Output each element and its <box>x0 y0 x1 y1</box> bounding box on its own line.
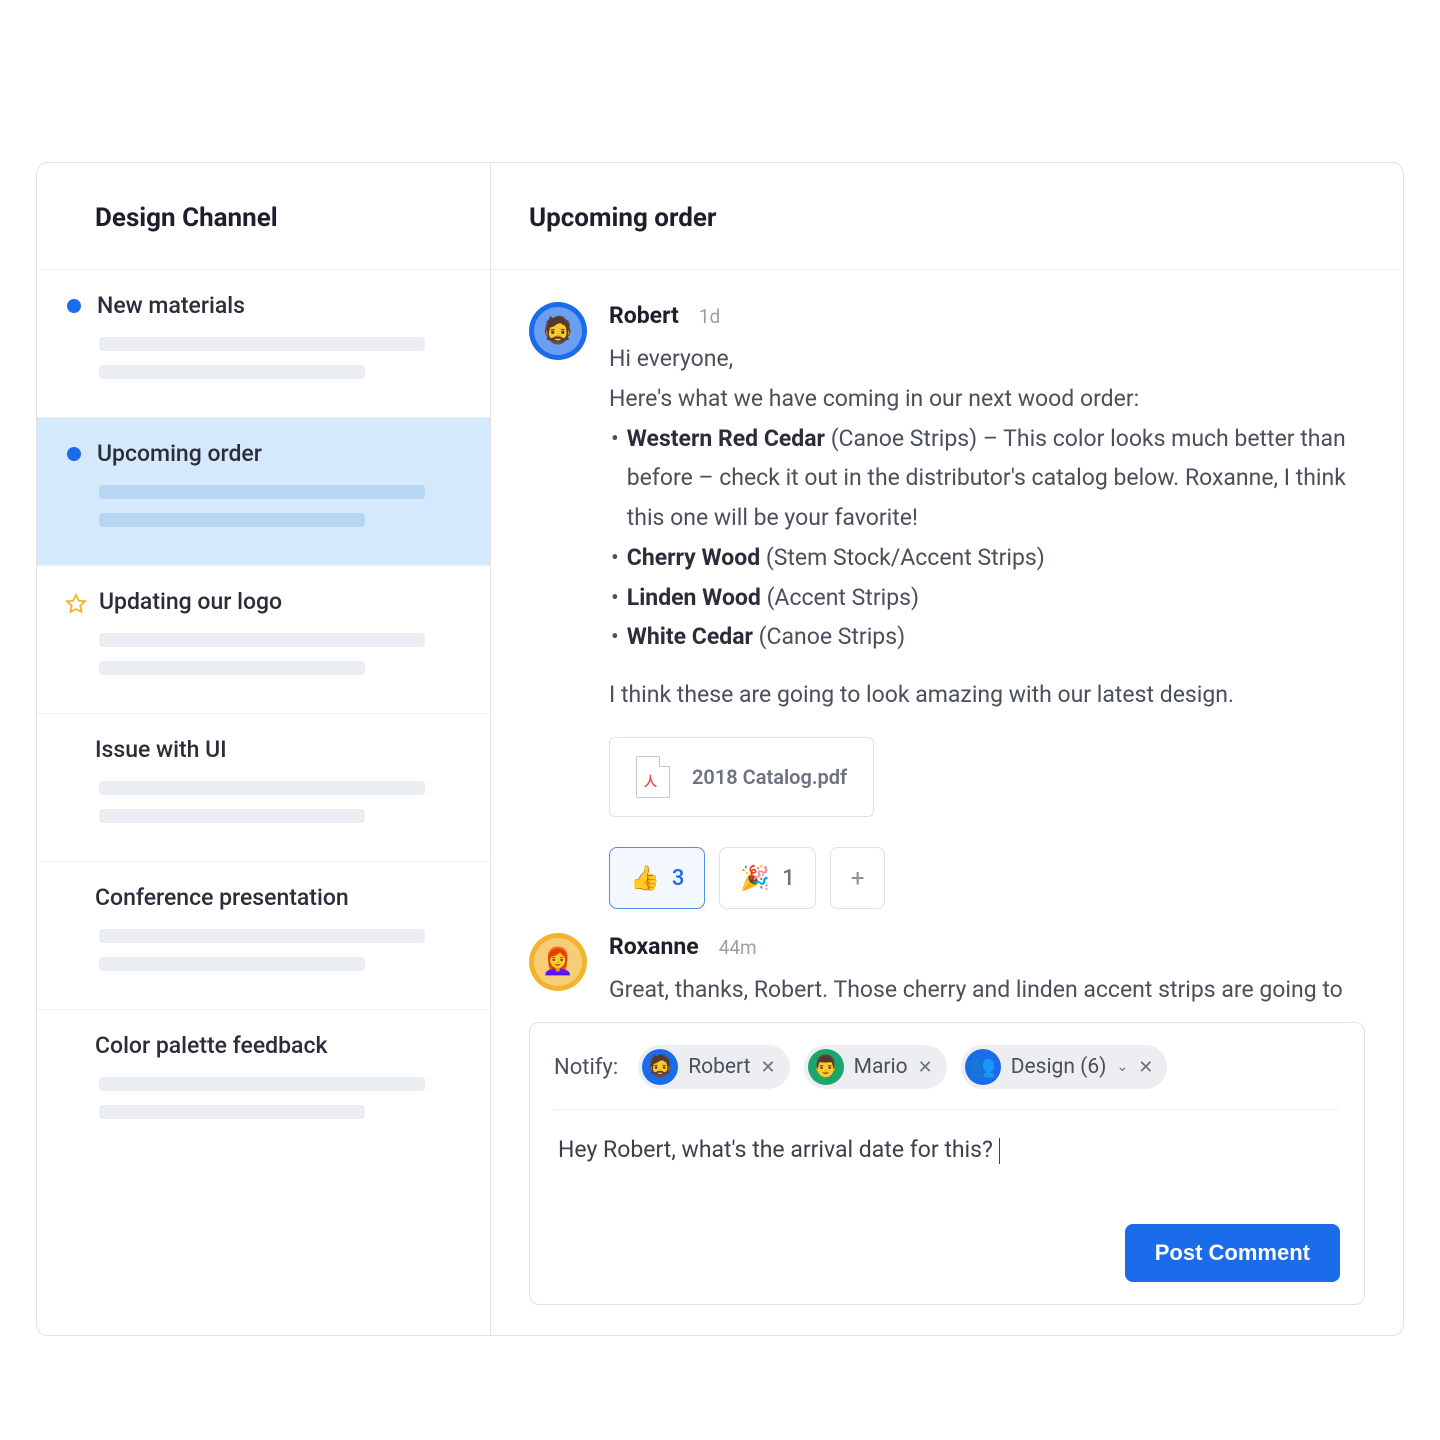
bullet-item: •Linden Wood (Accent Strips) <box>609 578 1365 618</box>
sidebar-item-updating-logo[interactable]: Updating our logo <box>37 566 490 714</box>
thread-preview-placeholder <box>99 633 432 675</box>
thread-list: New materials Upcoming order <box>37 270 490 1335</box>
reactions-bar: 👍 3 🎉 1 + <box>609 847 1365 909</box>
thread-title: New materials <box>97 292 245 319</box>
thread-title: Color palette feedback <box>95 1032 327 1059</box>
comment: 👩‍🦰 Roxanne 44m Great, thanks, Robert. T… <box>529 933 1365 1004</box>
notify-chip-design-group[interactable]: 👥 Design (6) ⌄ ✕ <box>961 1045 1168 1089</box>
bullet-item: •Western Red Cedar (Canoe Strips) – This… <box>609 419 1365 538</box>
sidebar-title: Design Channel <box>37 163 490 270</box>
avatar: 👩‍🦰 <box>529 933 587 991</box>
comment-text: Great, thanks, Robert. Those cherry and … <box>609 970 1365 1004</box>
page-title: Upcoming order <box>491 163 1403 270</box>
bullet-item: •White Cedar (Canoe Strips) <box>609 617 1365 657</box>
thread-preview-placeholder <box>99 1077 432 1119</box>
comment-text: Hi everyone, Here's what we have coming … <box>609 339 1365 715</box>
app-window: Design Channel New materials Upcoming or… <box>36 162 1404 1336</box>
thread-preview-placeholder <box>99 485 432 527</box>
close-icon[interactable]: ✕ <box>1138 1057 1153 1078</box>
reaction-count: 3 <box>672 866 685 891</box>
thread-content: 🧔 Robert 1d Hi everyone, Here's what we … <box>491 270 1403 1004</box>
composer-draft-text: Hey Robert, what's the arrival date for … <box>558 1136 993 1163</box>
text-cursor <box>999 1138 1001 1164</box>
thread-preview-placeholder <box>99 929 432 971</box>
reaction-thumbs-up[interactable]: 👍 3 <box>609 847 705 909</box>
thread-title: Issue with UI <box>95 736 227 763</box>
group-icon: 👥 <box>965 1049 1001 1085</box>
composer-input[interactable]: Hey Robert, what's the arrival date for … <box>554 1110 1340 1224</box>
thread-title: Conference presentation <box>95 884 349 911</box>
avatar-icon: 👨 <box>808 1049 844 1085</box>
comment-line: Hi everyone, <box>609 339 1365 379</box>
close-icon[interactable]: ✕ <box>918 1057 933 1078</box>
thread-title: Upcoming order <box>97 440 262 467</box>
attachment-name: 2018 Catalog.pdf <box>692 765 847 789</box>
attachment[interactable]: 人 2018 Catalog.pdf <box>609 737 874 817</box>
emoji-icon: 👍 <box>630 864 660 892</box>
comment-composer: Notify: 🧔 Robert ✕ 👨 Mario ✕ 👥 Design (6… <box>529 1022 1365 1305</box>
main-panel: Upcoming order 🧔 Robert 1d Hi everyone, … <box>491 163 1403 1335</box>
reaction-party[interactable]: 🎉 1 <box>719 847 815 909</box>
emoji-icon: 🎉 <box>740 864 770 892</box>
thread-preview-placeholder <box>99 337 432 379</box>
avatar: 🧔 <box>529 302 587 360</box>
chip-label: Robert <box>688 1055 750 1079</box>
close-icon[interactable]: ✕ <box>761 1057 776 1078</box>
notify-chip-mario[interactable]: 👨 Mario ✕ <box>804 1045 947 1089</box>
sidebar-item-issue-with-ui[interactable]: Issue with UI <box>37 714 490 862</box>
comment: 🧔 Robert 1d Hi everyone, Here's what we … <box>529 302 1365 923</box>
thread-preview-placeholder <box>99 781 432 823</box>
sidebar-item-upcoming-order[interactable]: Upcoming order <box>37 418 490 566</box>
notify-row: Notify: 🧔 Robert ✕ 👨 Mario ✕ 👥 Design (6… <box>554 1045 1340 1110</box>
sidebar-item-color-palette-feedback[interactable]: Color palette feedback <box>37 1010 490 1157</box>
comment-time: 44m <box>719 936 757 959</box>
comment-author: Robert <box>609 302 679 329</box>
thread-title: Updating our logo <box>99 588 282 615</box>
comment-line: I think these are going to look amazing … <box>609 675 1365 715</box>
sidebar-item-new-materials[interactable]: New materials <box>37 270 490 418</box>
chip-label: Design (6) <box>1011 1055 1107 1079</box>
comment-author: Roxanne <box>609 933 699 960</box>
notify-chip-robert[interactable]: 🧔 Robert ✕ <box>638 1045 789 1089</box>
reaction-count: 1 <box>782 866 795 891</box>
comment-line: Here's what we have coming in our next w… <box>609 379 1365 419</box>
add-reaction-button[interactable]: + <box>830 847 886 909</box>
plus-icon: + <box>851 864 865 892</box>
avatar-icon: 🧔 <box>642 1049 678 1085</box>
comment-time: 1d <box>699 305 720 328</box>
unread-dot-icon <box>67 299 81 313</box>
unread-dot-icon <box>67 447 81 461</box>
pdf-icon: 人 <box>636 756 670 798</box>
star-icon <box>65 593 83 611</box>
chevron-down-icon[interactable]: ⌄ <box>1116 1059 1128 1075</box>
bullet-item: •Cherry Wood (Stem Stock/Accent Strips) <box>609 538 1365 578</box>
notify-label: Notify: <box>554 1055 618 1080</box>
sidebar-item-conference-presentation[interactable]: Conference presentation <box>37 862 490 1010</box>
sidebar: Design Channel New materials Upcoming or… <box>37 163 491 1335</box>
chip-label: Mario <box>854 1055 908 1079</box>
post-comment-button[interactable]: Post Comment <box>1125 1224 1340 1282</box>
